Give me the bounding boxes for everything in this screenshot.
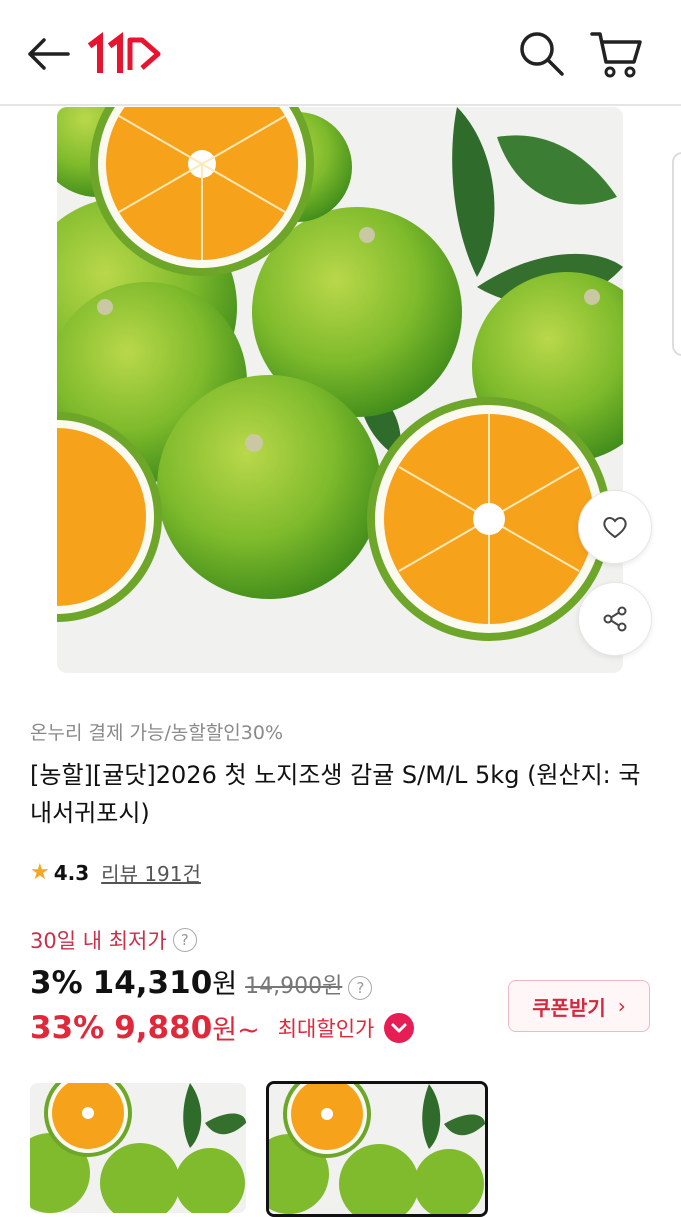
rating-score: 4.3 [53,860,90,885]
review-link[interactable]: 리뷰 191건 [101,858,201,887]
sale-price: 14,310 [92,965,213,1001]
max-discount-row[interactable]: 33% 9,880 원~ 최대할인가 [30,1008,415,1047]
rating-row[interactable]: ★ 4.3 리뷰 191건 [30,858,201,887]
max-discount-label: 최대할인가 [277,1016,375,1041]
lowest-price-label-row: 30일 내 최저가 ? [30,925,197,955]
currency-unit: 원 [212,969,238,1000]
discount-rate: 3% [30,965,83,1001]
promo-text: 온누리 결제 가능/농할할인30% [30,722,283,744]
product-main-image[interactable] [57,107,623,673]
top-app-bar [0,0,681,106]
tangerines-image [57,107,623,673]
thumbnail-image [269,1084,485,1214]
heart-icon [603,517,627,539]
thumbnail-1[interactable] [30,1083,246,1213]
like-button[interactable] [578,490,652,564]
max-discount-price: 9,880 [114,1009,213,1046]
share-button[interactable] [578,582,652,656]
lowest-price-label: 30일 내 최저가 [30,929,167,953]
currency-unit: 원~ [212,1015,260,1046]
coupon-button[interactable]: 쿠폰받기 › [508,980,650,1032]
product-title: [농할][귤닷]2026 첫 노지조생 감귤 S/M/L 5kg (원산지: 국… [30,761,641,827]
price-row: 3% 14,310 원 14,900원 ? [30,962,373,1001]
thumbnail-2-selected[interactable] [266,1081,488,1217]
coupon-button-label: 쿠폰받기 [532,995,606,1020]
star-icon: ★ [30,860,50,885]
max-discount-rate: 33% [30,1009,105,1046]
logo[interactable] [86,30,166,76]
arrow-left-icon[interactable] [24,32,72,76]
original-price: 14,900원 [245,974,343,999]
help-icon[interactable]: ? [172,928,197,952]
cart-icon[interactable] [590,28,644,80]
side-panel-handle[interactable] [672,152,681,356]
share-icon [603,606,627,632]
help-icon[interactable]: ? [348,976,373,1000]
thumbnail-image [30,1083,246,1213]
search-icon[interactable] [516,28,566,78]
chevron-right-icon: › [617,994,626,1018]
chevron-down-icon[interactable] [384,1012,415,1043]
